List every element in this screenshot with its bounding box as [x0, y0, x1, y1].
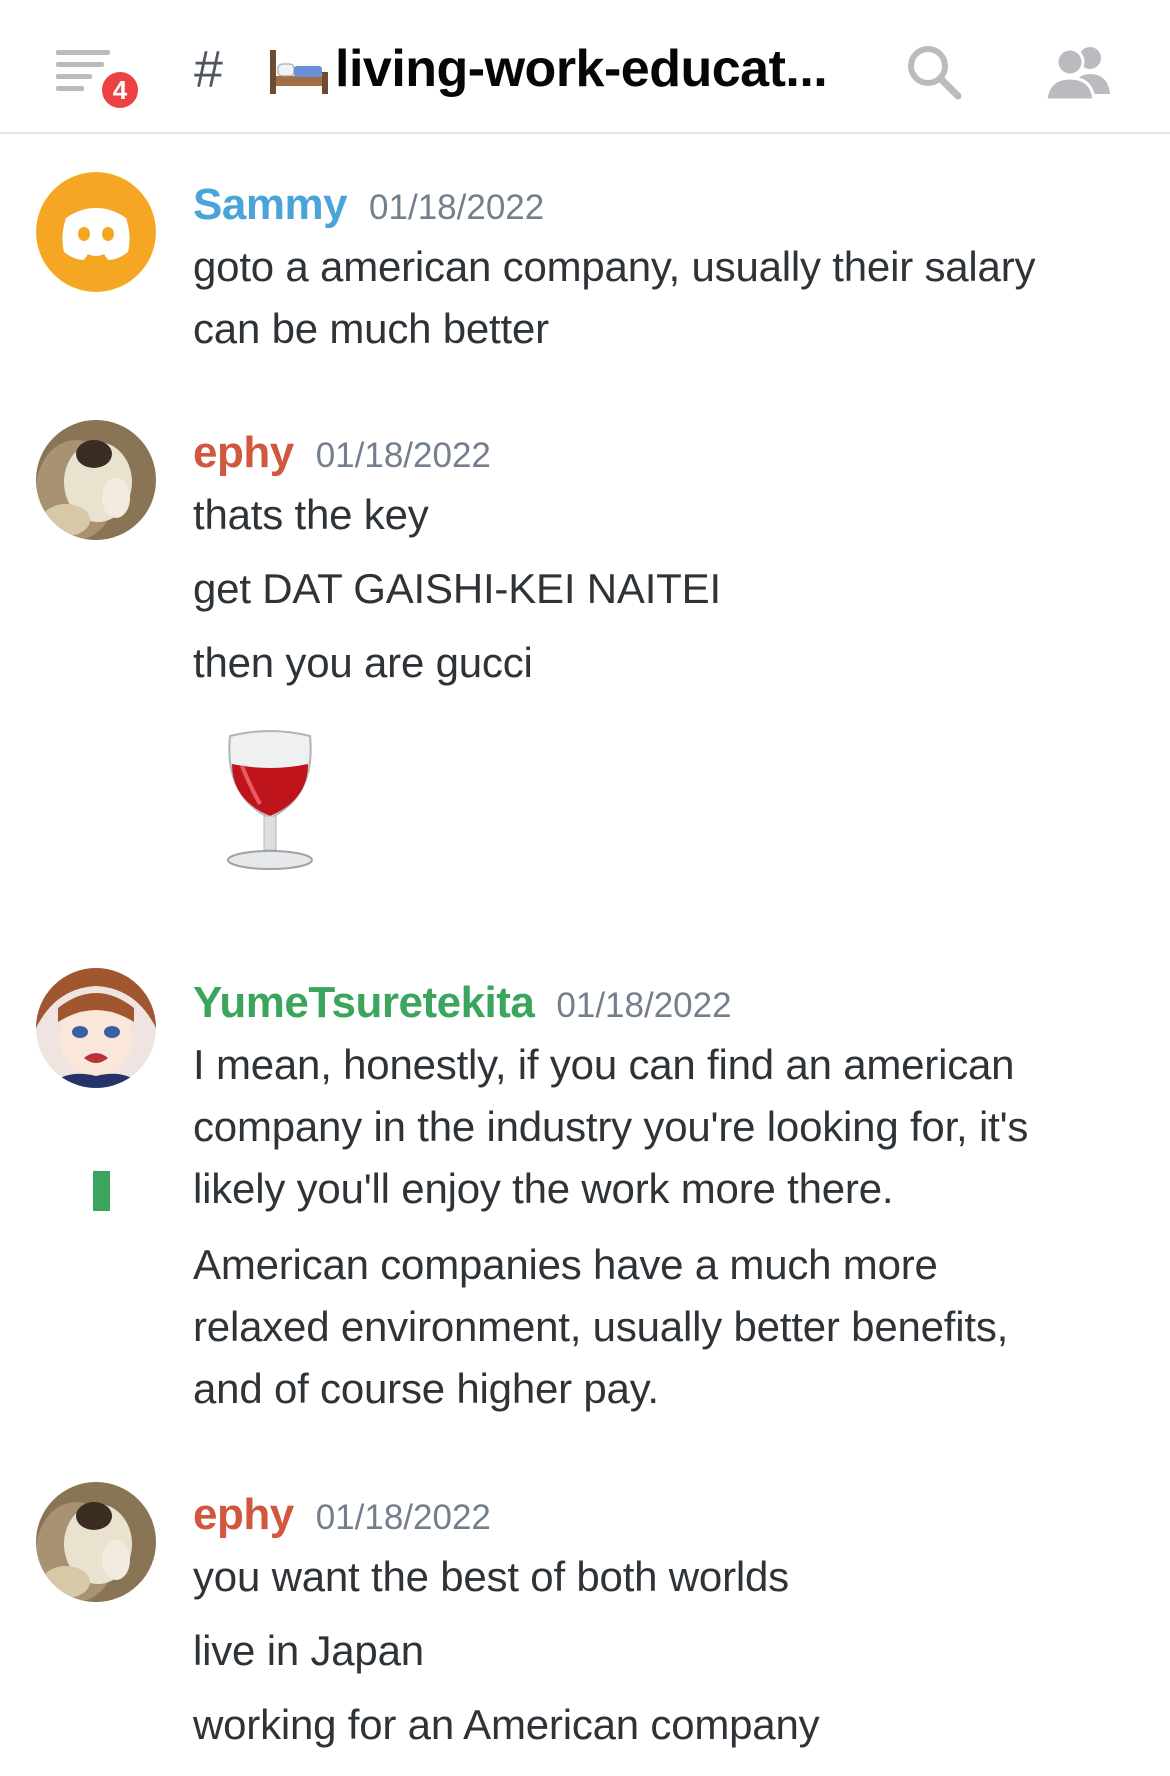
author-name[interactable]: ephy: [193, 1490, 294, 1539]
message-line: can be much better: [193, 305, 549, 352]
search-icon: [908, 46, 962, 100]
message-line: likely you'll enjoy the work more there.: [193, 1165, 894, 1212]
message-line: get DAT GAISHI-KEI NAITEI: [193, 565, 721, 612]
avatar[interactable]: [36, 968, 156, 1088]
cat-photo-avatar-icon: [36, 420, 156, 540]
message-header: Sammy 01/18/2022: [193, 178, 544, 235]
message-line: I mean, honestly, if you can find an ame…: [193, 1041, 1015, 1088]
menu-button[interactable]: 4: [54, 46, 154, 112]
message-line: and of course higher pay.: [193, 1365, 659, 1412]
message-line: you want the best of both worlds: [193, 1553, 789, 1600]
timestamp: 01/18/2022: [369, 188, 545, 227]
avatar[interactable]: [36, 172, 156, 292]
discord-logo-avatar-icon: [36, 172, 156, 292]
message-header: ephy 01/18/2022: [193, 1488, 491, 1545]
wine-glass-icon: [227, 730, 313, 870]
message-line: American companies have a much more: [193, 1241, 938, 1288]
timestamp: 01/18/2022: [315, 1498, 491, 1537]
author-name[interactable]: Sammy: [193, 180, 348, 229]
members-button[interactable]: [1042, 42, 1114, 102]
timestamp: 01/18/2022: [315, 436, 491, 475]
message-line: relaxed environment, usually better bene…: [193, 1303, 1009, 1350]
cat-photo-avatar-icon: [36, 1482, 156, 1602]
author-name[interactable]: YumeTsuretekita: [193, 978, 535, 1027]
members-icon: [1044, 47, 1110, 102]
channel-name[interactable]: living-work-educat...: [335, 38, 828, 100]
message-line: live in Japan: [193, 1627, 424, 1674]
message-header: ephy 01/18/2022: [193, 426, 491, 483]
timestamp: 01/18/2022: [556, 986, 732, 1025]
message-line: then you are gucci: [193, 639, 533, 686]
bed-icon: [270, 50, 328, 94]
avatar[interactable]: [36, 420, 156, 540]
message-line: company in the industry you're looking f…: [193, 1103, 1029, 1150]
message-line: working for an American company: [193, 1701, 820, 1748]
anime-character-avatar-icon: [36, 968, 156, 1088]
message-header: YumeTsuretekita 01/18/2022: [193, 976, 732, 1033]
status-indicator: [93, 1171, 110, 1211]
message-line: goto a american company, usually their s…: [193, 243, 1036, 290]
hash-icon: #: [194, 41, 223, 99]
notification-badge: 4: [98, 68, 142, 112]
channel-header: 4 # living-work-educat...: [0, 0, 1170, 134]
message-line: thats the key: [193, 491, 429, 538]
avatar[interactable]: [36, 1482, 156, 1602]
author-name[interactable]: ephy: [193, 428, 294, 477]
search-button[interactable]: [902, 40, 966, 104]
